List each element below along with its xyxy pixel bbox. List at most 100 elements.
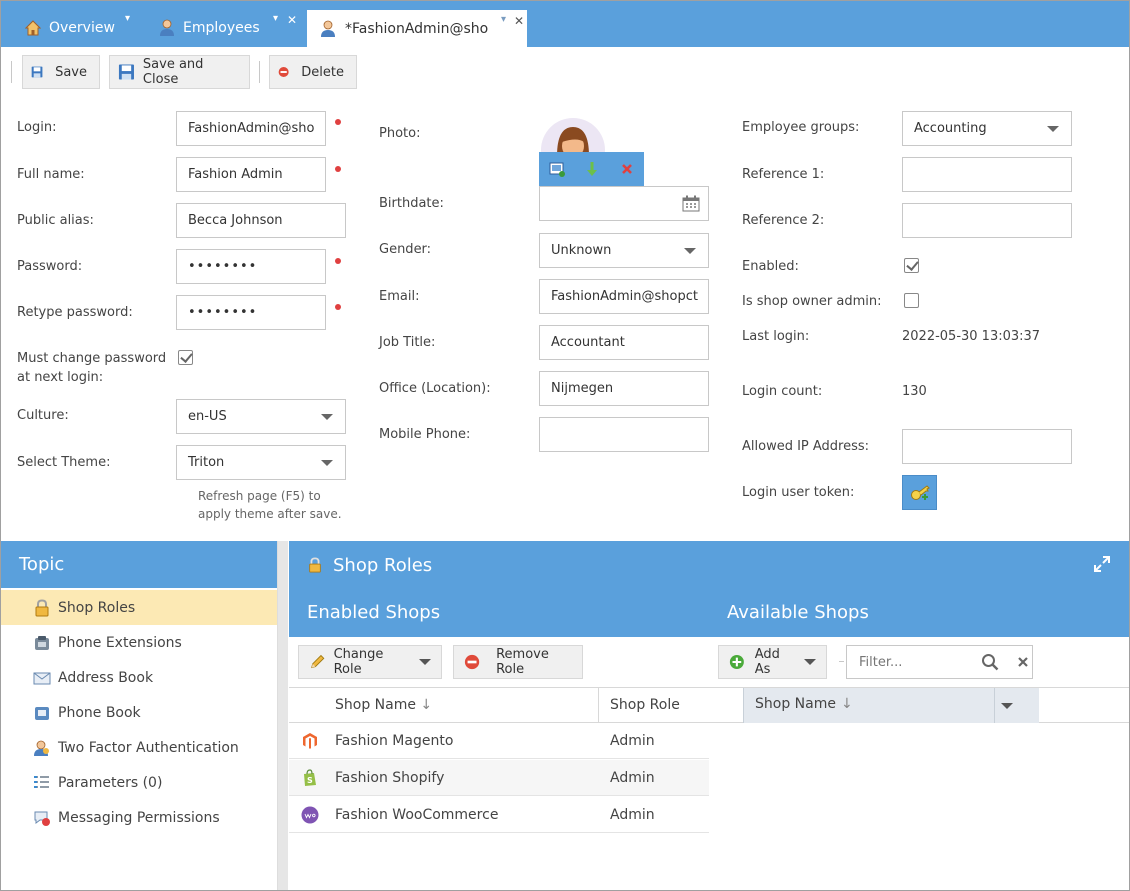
password-label: Password:: [17, 259, 83, 274]
tab-fashionadmin[interactable]: *FashionAdmin@sho ▾ ✕: [306, 9, 528, 47]
toolbar-separator: [839, 661, 844, 662]
login-field[interactable]: FashionAdmin@sho: [176, 111, 326, 146]
login-user-token-label: Login user token:: [742, 485, 855, 500]
shop-owner-admin-checkbox[interactable]: [904, 293, 919, 308]
retype-password-field[interactable]: ••••••••: [176, 295, 326, 330]
theme-select[interactable]: Triton: [176, 445, 346, 480]
save-button[interactable]: Save: [22, 55, 100, 89]
topic-item-messaging-permissions[interactable]: Messaging Permissions: [1, 800, 277, 835]
shop-role-cell: Admin: [610, 769, 655, 786]
tab-employees[interactable]: Employees ▾ ✕: [159, 9, 301, 47]
job-title-field[interactable]: Accountant: [539, 325, 709, 360]
delete-button[interactable]: Delete: [269, 55, 357, 89]
column-menu-icon[interactable]: [1001, 703, 1013, 709]
expand-icon[interactable]: [1093, 555, 1111, 573]
search-icon[interactable]: [981, 653, 999, 671]
column-shop-name[interactable]: Shop Name ↓: [335, 697, 432, 713]
shop-roles-title: Shop Roles: [333, 555, 433, 576]
tab-fashionadmin-menu-icon[interactable]: ▾: [501, 14, 506, 25]
login-user-token-button[interactable]: [902, 475, 937, 510]
reference-2-field[interactable]: [902, 203, 1072, 238]
topic-item-phone-extensions[interactable]: Phone Extensions: [1, 625, 277, 660]
table-row[interactable]: Fashion Magento Admin: [289, 723, 709, 759]
allowed-ip-field[interactable]: [902, 429, 1072, 464]
table-row[interactable]: S Fashion Shopify Admin: [289, 760, 709, 796]
fullname-field[interactable]: Fashion Admin: [176, 157, 326, 192]
culture-select[interactable]: en-US: [176, 399, 346, 434]
tab-overview-menu-icon[interactable]: ▾: [125, 13, 130, 24]
enabled-shops-title: Enabled Shops: [307, 602, 441, 623]
must-change-password-checkbox[interactable]: [178, 350, 193, 365]
column-available-shop-name[interactable]: Shop Name ↓: [743, 688, 1039, 723]
chevron-down-icon: [804, 659, 816, 665]
toolbar-separator: [259, 61, 260, 83]
public-alias-label: Public alias:: [17, 213, 94, 228]
tab-overview[interactable]: Overview ▾: [25, 9, 145, 47]
mobile-phone-field[interactable]: [539, 417, 709, 452]
tab-employees-menu-icon[interactable]: ▾: [273, 13, 278, 24]
save-and-close-button[interactable]: Save and Close: [109, 55, 250, 89]
reference-1-field[interactable]: [902, 157, 1072, 192]
floppy-disk-icon: [31, 66, 43, 78]
required-indicator: [335, 304, 341, 310]
filter-input[interactable]: [859, 654, 969, 670]
shop-name-cell: Fashion WooCommerce: [335, 806, 499, 823]
envelope-icon: [33, 672, 51, 684]
tab-fashionadmin-close-icon[interactable]: ✕: [514, 14, 524, 28]
add-as-label: Add As: [754, 647, 780, 677]
topic-item-shop-roles[interactable]: Shop Roles: [1, 590, 277, 625]
shop-name-cell: Fashion Shopify: [335, 769, 445, 786]
phone-book-icon: [35, 706, 49, 720]
add-as-button[interactable]: Add As: [718, 645, 827, 679]
login-count-value: 130: [902, 384, 927, 399]
arrow-down-icon: [586, 162, 597, 176]
password-field[interactable]: ••••••••: [176, 249, 326, 284]
column-available-shop-name-label: Shop Name: [755, 696, 836, 712]
save-button-label: Save: [55, 64, 87, 80]
topic-item-phone-book[interactable]: Phone Book: [1, 695, 277, 730]
culture-label: Culture:: [17, 408, 69, 423]
office-label: Office (Location):: [379, 381, 491, 396]
clear-filter-icon[interactable]: [1017, 656, 1029, 668]
theme-hint-line2: apply theme after save.: [198, 507, 342, 521]
enabled-checkbox[interactable]: [904, 258, 919, 273]
public-alias-field[interactable]: Becca Johnson: [176, 203, 346, 238]
photo-download-button[interactable]: [574, 152, 609, 186]
remove-role-button[interactable]: Remove Role: [453, 645, 583, 679]
phone-extension-icon: [35, 635, 49, 650]
reference-2-label: Reference 2:: [742, 213, 825, 228]
add-icon: [729, 655, 744, 669]
email-label: Email:: [379, 289, 420, 304]
gender-select[interactable]: Unknown: [539, 233, 709, 268]
required-indicator: [335, 258, 341, 264]
login-label: Login:: [17, 120, 57, 135]
avatar-image: [539, 118, 609, 156]
employee-groups-select[interactable]: Accounting: [902, 111, 1072, 146]
magento-icon: [303, 732, 317, 749]
topic-item-two-factor[interactable]: Two Factor Authentication: [1, 730, 277, 765]
topic-item-address-book[interactable]: Address Book: [1, 660, 277, 695]
table-row[interactable]: Fashion WooCommerce Admin: [289, 797, 709, 833]
shop-roles-header: Shop Roles Enabled Shops Available Shops: [289, 541, 1129, 637]
topic-title: Topic: [1, 541, 277, 588]
topic-item-parameters[interactable]: Parameters (0): [1, 765, 277, 800]
tab-employees-close-icon[interactable]: ✕: [287, 13, 297, 27]
home-icon: [25, 20, 41, 36]
topic-item-label: Messaging Permissions: [58, 809, 220, 826]
photo-toolbar: [539, 152, 644, 186]
tab-bar: Overview ▾ Employees ▾ ✕ *FashionAdmin@s…: [1, 1, 1129, 47]
calendar-icon[interactable]: [682, 195, 700, 212]
column-shop-role[interactable]: Shop Role: [610, 697, 680, 713]
fullname-label: Full name:: [17, 167, 85, 182]
required-indicator: [335, 119, 341, 125]
email-field[interactable]: FashionAdmin@shopct: [539, 279, 709, 314]
delete-icon: [278, 66, 289, 78]
panel-splitter[interactable]: [278, 541, 288, 890]
change-role-button[interactable]: Change Role: [298, 645, 442, 679]
photo-remove-button[interactable]: [609, 152, 644, 186]
messaging-icon: [34, 811, 50, 826]
floppy-disk-icon: [118, 64, 134, 80]
office-field[interactable]: Nijmegen: [539, 371, 709, 406]
photo-upload-button[interactable]: [539, 152, 574, 186]
sort-down-icon: ↓: [420, 697, 433, 713]
